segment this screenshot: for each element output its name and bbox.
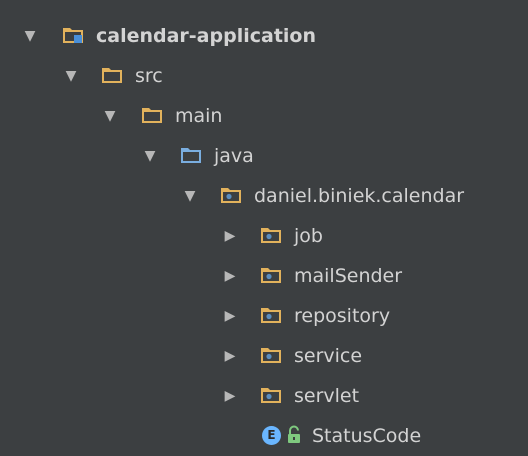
tree-row-service[interactable]: ▶ service (0, 336, 528, 376)
expand-arrow-icon[interactable]: ▼ (63, 68, 79, 84)
tree-label-src: src (135, 65, 163, 87)
folder-icon (102, 68, 122, 83)
expand-arrow-icon[interactable]: ▼ (182, 188, 198, 204)
collapse-arrow-icon[interactable]: ▶ (222, 388, 238, 404)
project-tree: ▼ calendar-application ▼ src ▼ main ▼ ja… (0, 0, 528, 450)
tree-label-daniel-biniek-calendar: daniel.biniek.calendar (254, 185, 465, 207)
tree-label-calendar-application: calendar-application (96, 25, 316, 47)
tree-row-calendar-application[interactable]: ▼ calendar-application (0, 16, 528, 56)
tree-label-main: main (175, 105, 223, 127)
tree-label-java: java (214, 145, 254, 167)
enum-icon: E (262, 426, 281, 445)
package-icon (261, 228, 281, 243)
package-icon (261, 268, 281, 283)
tree-row-main[interactable]: ▼ main (0, 96, 528, 136)
tree-row-mailsender[interactable]: ▶ mailSender (0, 256, 528, 296)
package-icon (261, 388, 281, 403)
tree-row-statuscode[interactable]: E StatusCode (0, 416, 528, 456)
folder-icon (142, 108, 162, 123)
package-icon (221, 188, 241, 203)
tree-label-mailsender: mailSender (294, 265, 403, 287)
package-icon (261, 308, 281, 323)
expand-arrow-icon[interactable]: ▼ (102, 108, 118, 124)
collapse-arrow-icon[interactable]: ▶ (222, 228, 238, 244)
tree-row-java[interactable]: ▼ java (0, 136, 528, 176)
source-folder-icon (181, 148, 201, 163)
collapse-arrow-icon[interactable]: ▶ (222, 348, 238, 364)
tree-row-src[interactable]: ▼ src (0, 56, 528, 96)
tree-label-repository: repository (294, 305, 391, 327)
tree-row-job[interactable]: ▶ job (0, 216, 528, 256)
unlocked-icon (288, 425, 300, 443)
tree-label-job: job (294, 225, 323, 247)
tree-label-statuscode: StatusCode (312, 425, 422, 447)
module-folder-icon (63, 28, 83, 43)
expand-arrow-icon[interactable]: ▼ (22, 28, 38, 44)
expand-arrow-icon[interactable]: ▼ (142, 148, 158, 164)
package-icon (261, 348, 281, 363)
tree-row-servlet[interactable]: ▶ servlet (0, 376, 528, 416)
tree-row-repository[interactable]: ▶ repository (0, 296, 528, 336)
tree-label-service: service (294, 345, 363, 367)
tree-label-servlet: servlet (294, 385, 360, 407)
collapse-arrow-icon[interactable]: ▶ (222, 308, 238, 324)
collapse-arrow-icon[interactable]: ▶ (222, 268, 238, 284)
tree-row-daniel-biniek-calendar[interactable]: ▼ daniel.biniek.calendar (0, 176, 528, 216)
